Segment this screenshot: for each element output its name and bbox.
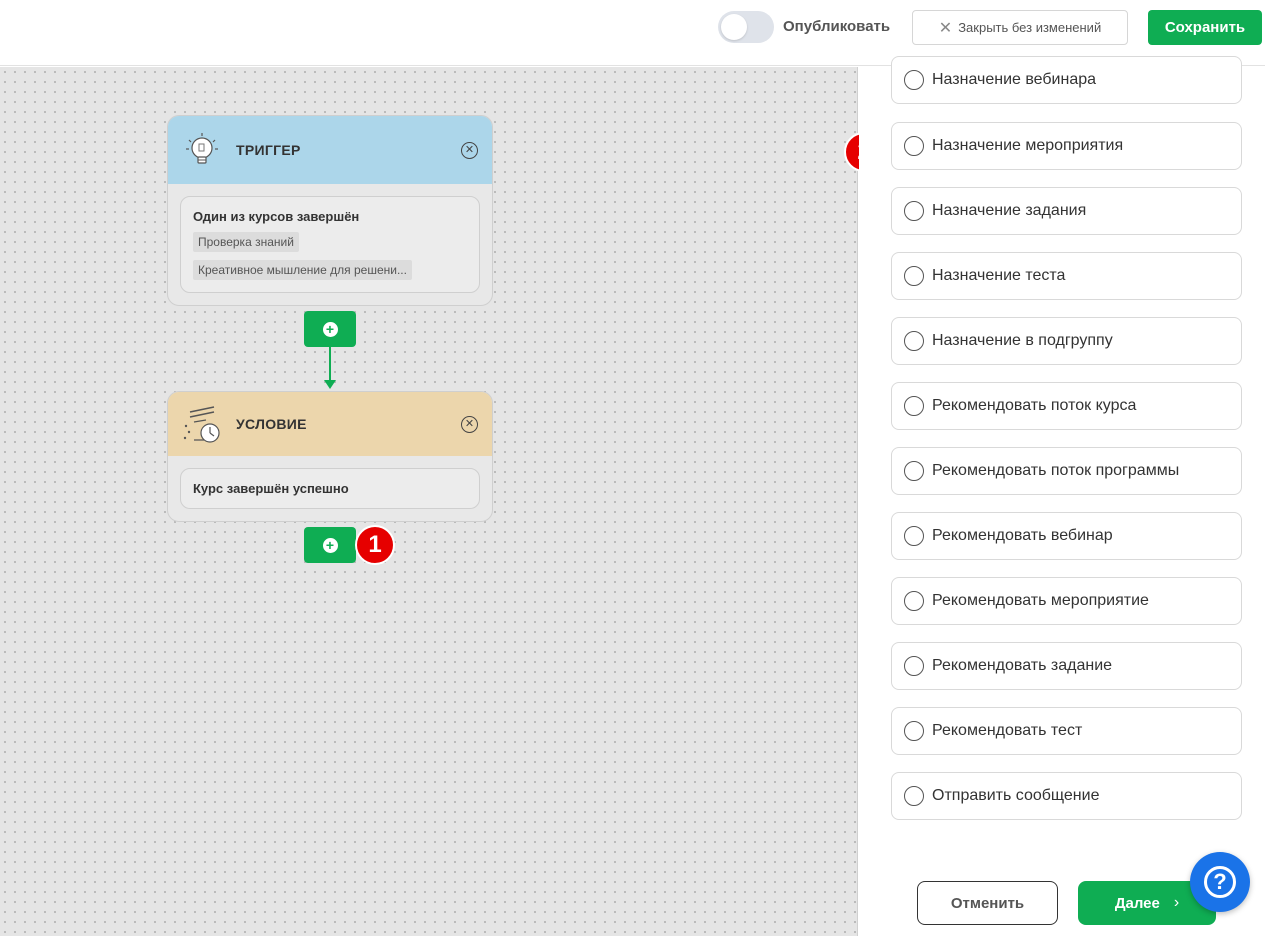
trigger-card-title: Один из курсов завершён xyxy=(193,209,360,224)
cancel-button[interactable]: Отменить xyxy=(917,881,1058,925)
action-selection-panel: Назначение вебинара Назначение мероприят… xyxy=(859,56,1265,936)
action-option-label: Рекомендовать задание xyxy=(932,657,1113,674)
radio-icon[interactable] xyxy=(904,70,924,90)
radio-icon[interactable] xyxy=(904,396,924,416)
radio-icon[interactable] xyxy=(904,461,924,481)
close-without-changes-label: Закрыть без изменений xyxy=(958,20,1102,35)
condition-node[interactable]: УСЛОВИЕ ✕ Курс завершён успешно xyxy=(167,391,493,522)
trigger-node[interactable]: ТРИГГЕР ✕ Один из курсов завершён Провер… xyxy=(167,115,493,306)
remove-condition-icon[interactable]: ✕ xyxy=(461,416,478,433)
action-option[interactable]: Рекомендовать поток курса xyxy=(891,382,1242,430)
action-option-label: Назначение вебинара xyxy=(932,71,1097,88)
workflow-canvas[interactable]: ТРИГГЕР ✕ Один из курсов завершён Провер… xyxy=(0,67,858,936)
radio-icon[interactable] xyxy=(904,201,924,221)
trigger-card[interactable]: Один из курсов завершён Проверка знаний … xyxy=(180,196,480,293)
condition-clock-icon xyxy=(183,406,220,443)
radio-icon[interactable] xyxy=(904,266,924,286)
action-option[interactable]: Рекомендовать поток программы xyxy=(891,447,1242,495)
trigger-node-body: Один из курсов завершён Проверка знаний … xyxy=(168,184,492,305)
radio-icon[interactable] xyxy=(904,136,924,156)
action-option[interactable]: Отправить сообщение xyxy=(891,772,1242,820)
action-option[interactable]: Рекомендовать вебинар xyxy=(891,512,1242,560)
condition-node-header: УСЛОВИЕ ✕ xyxy=(168,392,492,456)
connector-arrow-icon xyxy=(324,380,336,389)
action-option-label: Рекомендовать тест xyxy=(932,722,1083,739)
action-option[interactable]: Назначение мероприятия xyxy=(891,122,1242,170)
action-option[interactable]: Назначение теста xyxy=(891,252,1242,300)
action-option[interactable]: Рекомендовать мероприятие xyxy=(891,577,1242,625)
trigger-title: ТРИГГЕР xyxy=(236,142,301,158)
radio-icon[interactable] xyxy=(904,786,924,806)
radio-icon[interactable] xyxy=(904,331,924,351)
action-option-label: Назначение в подгруппу xyxy=(932,332,1113,349)
publish-toggle[interactable] xyxy=(718,11,774,43)
condition-card[interactable]: Курс завершён успешно xyxy=(180,468,480,509)
action-option[interactable]: Рекомендовать тест xyxy=(891,707,1242,755)
toggle-knob xyxy=(721,14,747,40)
course-tag: Проверка знаний xyxy=(193,232,299,252)
help-button[interactable]: ? xyxy=(1190,852,1250,912)
action-option[interactable]: Рекомендовать задание xyxy=(891,642,1242,690)
action-option[interactable]: Назначение вебинара xyxy=(891,56,1242,104)
action-option-label: Рекомендовать поток курса xyxy=(932,397,1137,414)
action-option-label: Назначение мероприятия xyxy=(932,137,1124,154)
close-without-changes-button[interactable]: ✕ Закрыть без изменений xyxy=(912,10,1128,45)
condition-title: УСЛОВИЕ xyxy=(236,416,307,432)
plus-icon: + xyxy=(322,321,338,337)
condition-card-title: Курс завершён успешно xyxy=(193,481,349,496)
action-option-label: Рекомендовать поток программы xyxy=(932,462,1180,479)
action-option-label: Назначение задания xyxy=(932,202,1087,219)
publish-label: Опубликовать xyxy=(783,18,891,35)
connector-line xyxy=(329,347,331,383)
lightbulb-icon xyxy=(186,133,218,164)
condition-node-body: Курс завершён успешно xyxy=(168,456,492,521)
course-tag: Креативное мышление для решени... xyxy=(193,260,412,280)
remove-trigger-icon[interactable]: ✕ xyxy=(461,142,478,159)
action-option-label: Назначение теста xyxy=(932,267,1066,284)
radio-icon[interactable] xyxy=(904,591,924,611)
add-step-button[interactable]: + xyxy=(304,527,356,563)
save-button[interactable]: Сохранить xyxy=(1148,10,1262,45)
plus-icon: + xyxy=(322,537,338,553)
step-badge-1: 1 xyxy=(355,525,395,565)
action-option-label: Отправить сообщение xyxy=(932,787,1100,804)
add-step-button[interactable]: + xyxy=(304,311,356,347)
chevron-right-icon: › xyxy=(1173,894,1180,911)
action-option[interactable]: Назначение в подгруппу xyxy=(891,317,1242,365)
action-option-label: Рекомендовать вебинар xyxy=(932,527,1113,544)
close-icon: ✕ xyxy=(938,19,953,37)
action-option-label: Рекомендовать мероприятие xyxy=(932,592,1149,609)
next-label: Далее xyxy=(1114,894,1160,912)
radio-icon[interactable] xyxy=(904,721,924,741)
question-icon: ? xyxy=(1204,866,1236,898)
action-option[interactable]: Назначение задания xyxy=(891,187,1242,235)
radio-icon[interactable] xyxy=(904,526,924,546)
radio-icon[interactable] xyxy=(904,656,924,676)
trigger-node-header: ТРИГГЕР ✕ xyxy=(168,116,492,184)
